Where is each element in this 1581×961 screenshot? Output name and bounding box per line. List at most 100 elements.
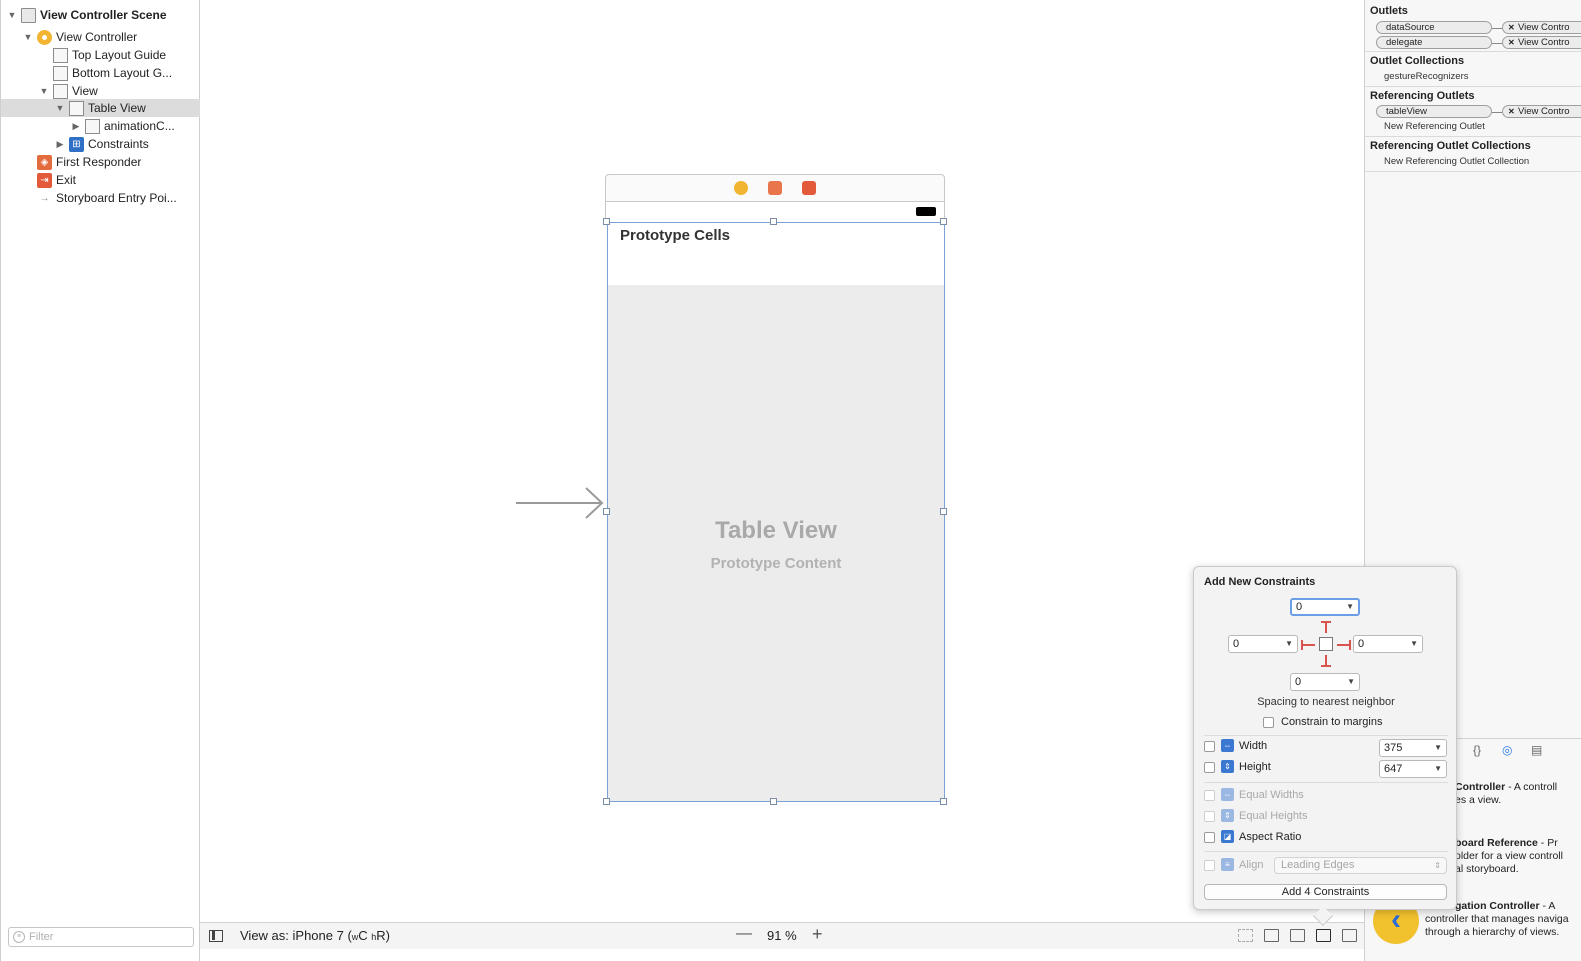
height-constraint-icon: ⇕ xyxy=(1221,760,1234,773)
outline-filter-field[interactable]: ≡ Filter xyxy=(8,927,194,947)
resize-handle[interactable] xyxy=(940,798,947,805)
align-icon[interactable] xyxy=(1290,929,1305,942)
chevron-down-icon[interactable]: ▼ xyxy=(1347,674,1355,690)
update-frames-icon[interactable] xyxy=(1238,929,1253,942)
outline-label: Exit xyxy=(56,173,77,187)
align-select[interactable]: Leading Edges ⇕ xyxy=(1274,857,1447,874)
outline-row-bottom-layout-guide[interactable]: Bottom Layout G... xyxy=(1,64,200,82)
document-outline: ▼ View Controller Scene ▼ View Controlle… xyxy=(0,0,200,961)
first-responder-dock-icon[interactable] xyxy=(768,181,782,195)
chevron-down-icon[interactable]: ▼ xyxy=(1285,636,1293,652)
left-strut-toggle[interactable] xyxy=(1301,644,1315,646)
align-label: Align xyxy=(1239,859,1264,871)
zoom-in-button[interactable]: + xyxy=(812,924,823,945)
outline-row-view[interactable]: ▼ View xyxy=(1,82,200,100)
zoom-out-button[interactable]: — xyxy=(736,925,752,943)
disclosure-triangle-icon[interactable]: ▼ xyxy=(7,10,17,20)
resize-handle[interactable] xyxy=(940,218,947,225)
embed-in-stack-icon[interactable] xyxy=(1264,929,1279,942)
storyboard-entry-arrow-icon[interactable] xyxy=(516,486,606,520)
resize-handle[interactable] xyxy=(940,508,947,515)
view-controller-scene-frame[interactable]: Prototype Cells Table View Prototype Con… xyxy=(603,174,947,805)
referencing-outlet-tableview[interactable]: tableView xyxy=(1376,105,1492,118)
outline-row-table-view[interactable]: ▼ Table View xyxy=(1,99,200,117)
align-checkbox[interactable] xyxy=(1204,860,1215,871)
referencing-collections-header: Referencing Outlet Collections xyxy=(1370,140,1531,152)
aspect-ratio-checkbox[interactable] xyxy=(1204,832,1215,843)
disclosure-triangle-icon[interactable]: ▼ xyxy=(39,86,49,96)
disclosure-triangle-icon[interactable]: ▶ xyxy=(71,121,81,132)
resize-handle[interactable] xyxy=(603,508,610,515)
view-controller-dock-icon[interactable] xyxy=(734,181,748,195)
media-library-tab-icon[interactable]: ▤ xyxy=(1531,743,1542,757)
disconnect-x-icon[interactable]: ✕ xyxy=(1508,37,1515,48)
outline-row-storyboard-entry[interactable]: → Storyboard Entry Poi... xyxy=(1,189,200,207)
chevron-down-icon[interactable]: ▼ xyxy=(1346,600,1354,614)
gesture-recognizers-outlet[interactable]: gestureRecognizers xyxy=(1384,71,1469,82)
left-spacing-field[interactable]: 0 ▼ xyxy=(1228,635,1298,653)
height-checkbox[interactable] xyxy=(1204,762,1215,773)
outlet-delegate-connection[interactable]: ✕ View Contro xyxy=(1502,36,1581,49)
view-as-button[interactable]: View as: iPhone 7 (wC hR) xyxy=(240,928,390,943)
outline-label: Constraints xyxy=(88,137,149,151)
disclosure-triangle-icon[interactable]: ▶ xyxy=(55,139,65,150)
view-as-prefix: View as: iPhone 7 ( xyxy=(240,928,352,943)
outline-row-scene[interactable]: ▼ View Controller Scene xyxy=(1,6,200,24)
outlet-collections-header: Outlet Collections xyxy=(1370,55,1465,67)
outline-row-animation-cell[interactable]: ▶ animationC... xyxy=(1,117,200,135)
spacing-label: Spacing to nearest neighbor xyxy=(1257,696,1395,708)
bottom-spacing-field[interactable]: 0 ▼ xyxy=(1290,673,1360,691)
resolve-issues-icon[interactable] xyxy=(1342,929,1357,942)
aspect-ratio-label: Aspect Ratio xyxy=(1239,831,1302,843)
resize-handle[interactable] xyxy=(603,798,610,805)
outlet-datasource[interactable]: dataSource xyxy=(1376,21,1492,34)
constrain-margins-checkbox[interactable] xyxy=(1263,717,1274,728)
layout-guide-icon xyxy=(53,65,68,81)
outline-row-top-layout-guide[interactable]: Top Layout Guide xyxy=(1,46,200,64)
constrain-margins-label: Constrain to margins xyxy=(1281,716,1383,728)
add-new-constraints-icon[interactable] xyxy=(1316,929,1331,942)
outline-row-first-responder[interactable]: ◈ First Responder xyxy=(1,153,200,171)
chevron-down-icon[interactable]: ▼ xyxy=(1434,761,1442,777)
divider xyxy=(1204,782,1448,783)
new-referencing-collection[interactable]: New Referencing Outlet Collection xyxy=(1384,156,1529,167)
zoom-level[interactable]: 91 % xyxy=(767,928,797,943)
height-value-field[interactable]: 647 ▼ xyxy=(1379,760,1447,778)
connection-line xyxy=(1492,112,1502,113)
equal-widths-checkbox[interactable] xyxy=(1204,790,1215,801)
width-checkbox[interactable] xyxy=(1204,741,1215,752)
storyboard-canvas[interactable]: Prototype Cells Table View Prototype Con… xyxy=(200,0,1364,922)
add-constraints-button[interactable]: Add 4 Constraints xyxy=(1204,884,1447,900)
disclosure-triangle-icon[interactable]: ▼ xyxy=(23,32,33,42)
library-item-view-controller[interactable]: Controller - A controll es a view. xyxy=(1455,781,1581,807)
chevron-down-icon[interactable]: ▼ xyxy=(1410,636,1418,652)
referencing-outlet-connection[interactable]: ✕ View Contro xyxy=(1502,105,1581,118)
entry-point-arrow-icon: → xyxy=(39,192,50,204)
library-item-desc: - Pr xyxy=(1537,837,1558,849)
disconnect-x-icon[interactable]: ✕ xyxy=(1508,106,1515,117)
code-snippet-tab-icon[interactable]: {} xyxy=(1473,743,1481,757)
outline-row-view-controller[interactable]: ▼ View Controller xyxy=(1,28,200,46)
resize-handle[interactable] xyxy=(603,218,610,225)
right-spacing-field[interactable]: 0 ▼ xyxy=(1353,635,1423,653)
disconnect-x-icon[interactable]: ✕ xyxy=(1508,22,1515,33)
top-spacing-field[interactable]: 0 ▼ xyxy=(1290,598,1360,616)
outline-label: Bottom Layout G... xyxy=(72,66,173,80)
table-view[interactable]: Prototype Cells Table View Prototype Con… xyxy=(607,222,945,802)
outlet-datasource-connection[interactable]: ✕ View Contro xyxy=(1502,21,1581,34)
outline-row-constraints[interactable]: ▶ ⊞ Constraints xyxy=(1,135,200,153)
outline-toggle-icon[interactable] xyxy=(209,930,223,942)
width-value-field[interactable]: 375 ▼ xyxy=(1379,739,1447,757)
exit-dock-icon[interactable] xyxy=(802,181,816,195)
resize-handle[interactable] xyxy=(770,218,777,225)
outlet-delegate[interactable]: delegate xyxy=(1376,36,1492,49)
library-item-storyboard-reference[interactable]: board Reference - Pr older for a view co… xyxy=(1455,837,1581,876)
resize-handle[interactable] xyxy=(770,798,777,805)
object-library-tab-icon[interactable]: ◎ xyxy=(1502,743,1512,757)
chevron-down-icon[interactable]: ▼ xyxy=(1434,740,1442,756)
library-item-desc: - A controll xyxy=(1505,781,1558,793)
disclosure-triangle-icon[interactable]: ▼ xyxy=(55,103,65,113)
outline-row-exit[interactable]: ⇥ Exit xyxy=(1,171,200,189)
new-referencing-outlet[interactable]: New Referencing Outlet xyxy=(1384,121,1485,132)
equal-heights-checkbox[interactable] xyxy=(1204,811,1215,822)
